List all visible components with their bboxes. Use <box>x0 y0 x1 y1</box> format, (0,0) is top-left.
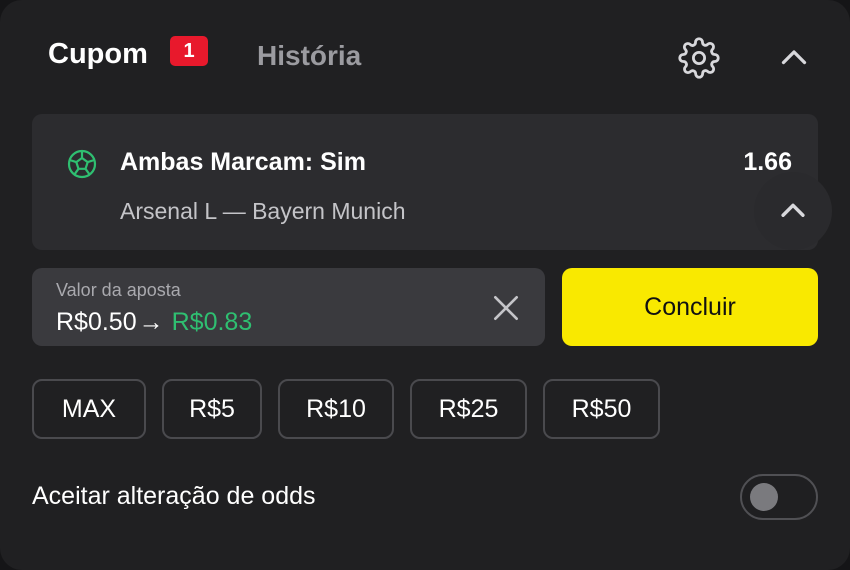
quick-stake-max[interactable]: MAX <box>32 379 146 439</box>
concluir-button[interactable]: Concluir <box>562 268 818 346</box>
collapse-bet-button[interactable] <box>754 172 832 250</box>
stake-input[interactable]: Valor da aposta R$0.50 → R$0.83 <box>32 268 545 346</box>
chevron-up-icon[interactable] <box>776 40 812 76</box>
cupom-count-badge: 1 <box>170 36 208 66</box>
stake-label: Valor da aposta <box>56 280 181 300</box>
betslip-panel: Cupom 1 História Ambas Marcam: Sim 1.66 … <box>0 0 850 570</box>
quick-stake-25[interactable]: R$25 <box>410 379 527 439</box>
tab-historia[interactable]: História <box>257 40 361 72</box>
arrow-right-icon: → <box>138 308 164 336</box>
bet-card: Ambas Marcam: Sim 1.66 Arsenal L — Bayer… <box>32 114 818 250</box>
potential-payout: R$0.83 <box>171 308 253 336</box>
quick-stake-10[interactable]: R$10 <box>278 379 394 439</box>
gear-icon[interactable] <box>678 37 720 79</box>
bet-market: Ambas Marcam: Sim <box>120 148 366 176</box>
quick-stake-50[interactable]: R$50 <box>543 379 660 439</box>
bet-event: Arsenal L — Bayern Munich <box>120 198 406 224</box>
tab-cupom[interactable]: Cupom <box>48 38 148 71</box>
stake-amount: R$0.50 <box>56 308 137 336</box>
soccer-ball-icon <box>67 149 97 179</box>
toggle-knob <box>750 483 778 511</box>
close-icon[interactable] <box>490 292 522 324</box>
stake-values: R$0.50 → R$0.83 <box>56 308 252 337</box>
betslip-header: Cupom 1 História <box>0 0 850 110</box>
chevron-up-icon <box>781 203 805 217</box>
accept-odds-toggle[interactable] <box>740 474 818 520</box>
quick-stake-5[interactable]: R$5 <box>162 379 262 439</box>
accept-odds-label: Aceitar alteração de odds <box>32 482 316 510</box>
